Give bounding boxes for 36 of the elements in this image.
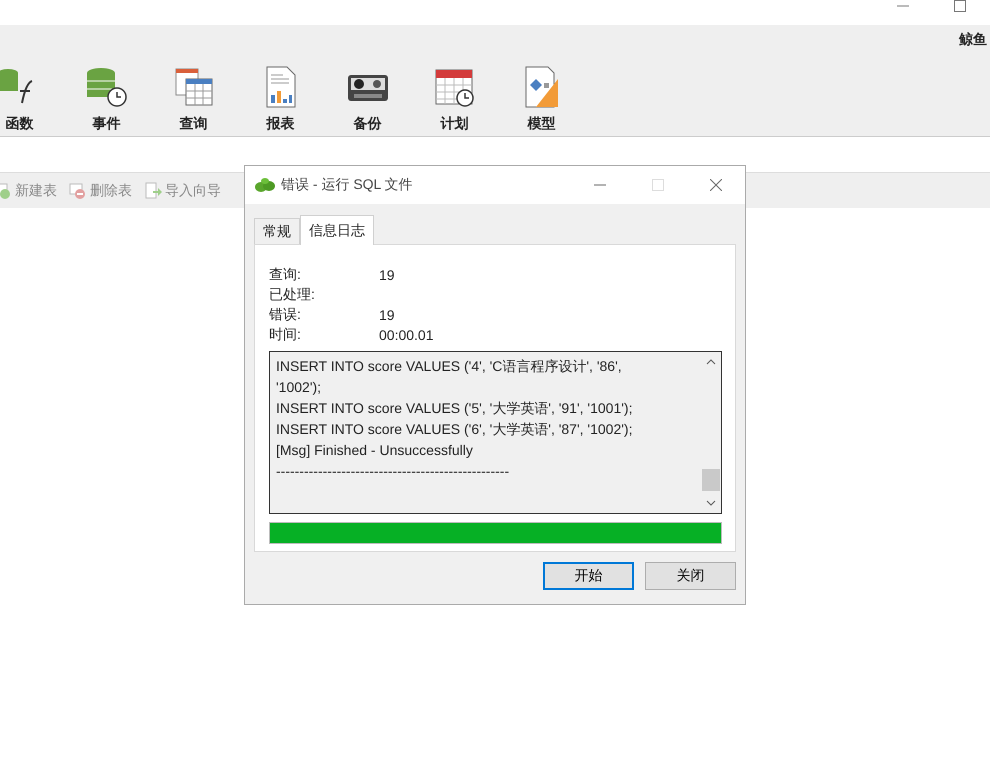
dialog-button[interactable]: 关闭 — [645, 562, 736, 590]
log-line: INSERT INTO score VALUES ('6', '大学英语', '87', '1002'); — [276, 420, 634, 439]
log-line: '1002'); — [276, 378, 322, 397]
user-name[interactable]: 鲸鱼 — [959, 31, 987, 53]
ribbon-button[interactable]: 函数 — [0, 65, 63, 133]
tab[interactable]: 信息日志 — [300, 215, 374, 245]
stat-value: 19 — [379, 267, 395, 283]
log-line: [Msg] Finished - Unsuccessfully — [276, 441, 474, 460]
database-clock-icon — [84, 65, 128, 109]
ribbon-button[interactable]: 计划 — [411, 65, 498, 133]
scroll-down-icon[interactable] — [706, 499, 716, 507]
stat-label: 已处理: — [269, 286, 316, 304]
close-icon[interactable] — [710, 179, 722, 191]
tab[interactable]: 常规 — [254, 218, 300, 244]
ribbon-button[interactable]: 备份 — [324, 65, 411, 133]
log-line: INSERT INTO score VALUES ('5', '大学英语', '91', '1001'); — [276, 399, 634, 418]
dialog-button[interactable]: 开始 — [543, 562, 634, 590]
maximize-icon[interactable] — [954, 0, 966, 12]
stat-value: 19 — [379, 307, 395, 323]
ribbon-button[interactable]: 模型 — [498, 65, 585, 133]
log-line: -------------------------------------------------- — [276, 462, 510, 481]
maximize-icon — [652, 179, 664, 191]
stat-label: 时间: — [269, 326, 302, 344]
stat-label: 错误: — [269, 306, 302, 324]
remove-table-icon — [69, 182, 87, 200]
log-line: INSERT INTO score VALUES ('4', 'C语言程序设计', '86', — [276, 357, 623, 376]
scrollbar-thumb[interactable] — [702, 469, 720, 491]
stat-value: 00:00.01 — [379, 327, 434, 343]
dialog-title: 错误 - 运行 SQL 文件 — [281, 176, 414, 194]
ribbon-button[interactable]: 事件 — [63, 65, 150, 133]
ribbon-button[interactable]: 报表 — [237, 65, 324, 133]
ribbon-button[interactable]: 查询 — [150, 65, 237, 133]
leaf-logo-icon — [255, 177, 275, 193]
stat-label: 查询: — [269, 266, 302, 284]
import-arrow-icon — [144, 182, 162, 200]
scroll-up-icon[interactable] — [706, 358, 716, 366]
